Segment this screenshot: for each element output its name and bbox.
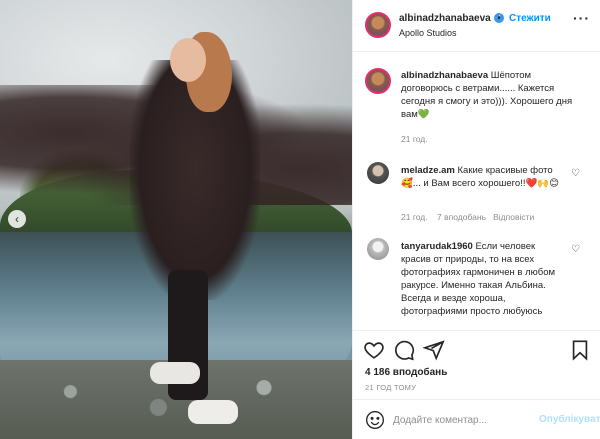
commenter-avatar[interactable]: [367, 238, 389, 260]
follow-button[interactable]: Стежити: [509, 13, 551, 24]
post-location[interactable]: Apollo Studios: [399, 28, 457, 38]
comment-like-heart-icon[interactable]: ♡: [571, 244, 580, 255]
post-photo[interactable]: ‹: [0, 0, 352, 439]
caption-author-avatar[interactable]: [365, 68, 391, 94]
comment-icon[interactable]: [393, 339, 415, 361]
bookmark-icon[interactable]: [569, 339, 591, 361]
post-sidebar: albinadzhanabaeva ✓ • Стежити Apollo Stud…: [352, 0, 600, 439]
commenter-avatar[interactable]: [367, 162, 389, 184]
comment-text: Если человек красив от природы, то на вс…: [401, 241, 556, 317]
post-time: 21 ГОД ТОМУ: [365, 383, 417, 392]
add-comment-bar: Опублікувати: [353, 399, 600, 439]
paper-plane-icon[interactable]: [422, 339, 445, 361]
comments-list[interactable]: albinadzhanabaeva Шёпотом договорюсь с в…: [353, 52, 600, 330]
comment-author[interactable]: tanyarudak1960: [401, 241, 473, 252]
photo-face: [170, 38, 206, 82]
publish-comment-button[interactable]: Опублікувати: [539, 414, 600, 425]
author-username[interactable]: albinadzhanabaeva ✓: [399, 13, 504, 24]
caption-time: 21 год.: [401, 134, 428, 144]
photo-sneaker: [150, 362, 200, 384]
author-avatar[interactable]: [365, 12, 391, 38]
smiley-icon[interactable]: [365, 410, 385, 430]
comment-author[interactable]: meladze.am: [401, 165, 455, 176]
separator-dot: •: [497, 13, 501, 24]
heart-icon[interactable]: [363, 339, 385, 361]
comment-meta: 21 год. 7 вподобань Відповісти: [401, 212, 534, 222]
author-username-text[interactable]: albinadzhanabaeva: [399, 13, 491, 24]
post-actions: 4 186 вподобань 21 ГОД ТОМУ Опублікувати: [353, 330, 600, 439]
chevron-left-icon[interactable]: ‹: [8, 210, 26, 228]
comment-like-heart-icon[interactable]: ♡: [571, 168, 580, 179]
post-header: albinadzhanabaeva ✓ • Стежити Apollo Stud…: [353, 0, 600, 52]
likes-count[interactable]: 4 186 вподобань: [365, 367, 447, 378]
caption-author[interactable]: albinadzhanabaeva: [401, 70, 488, 81]
comment-input[interactable]: [393, 411, 523, 429]
comment-body: tanyarudak1960 Если человек красив от пр…: [401, 240, 566, 318]
more-options-icon[interactable]: ···: [573, 10, 590, 26]
comment-body: meladze.am Какие красивые фото🥰... и Вам…: [401, 164, 561, 190]
photo-sneaker: [188, 400, 238, 424]
comment-likes[interactable]: 7 вподобань: [437, 212, 486, 222]
comment-time: 21 год.: [401, 212, 428, 222]
reply-button[interactable]: Відповісти: [493, 212, 534, 222]
caption-body: albinadzhanabaeva Шёпотом договорюсь с в…: [401, 69, 581, 121]
